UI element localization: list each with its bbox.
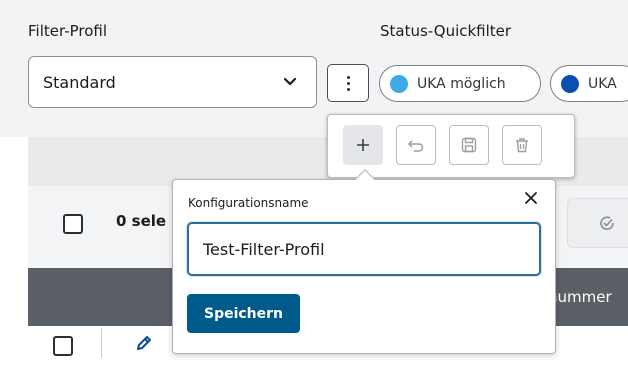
chip-label: UKA bbox=[588, 75, 617, 92]
status-quickfilter-label: Status-Quickfilter bbox=[380, 22, 512, 40]
cell-divider bbox=[101, 328, 102, 358]
save-icon bbox=[461, 137, 477, 153]
select-all-checkbox[interactable] bbox=[63, 214, 83, 234]
chip-label: UKA möglich bbox=[417, 75, 506, 92]
undo-icon bbox=[407, 140, 424, 152]
pencil-icon[interactable] bbox=[134, 333, 154, 353]
plus-icon bbox=[357, 139, 369, 151]
filter-profile-value: Standard bbox=[43, 72, 116, 92]
column-header-nummer[interactable]: nummer bbox=[548, 288, 612, 306]
add-profile-button[interactable] bbox=[343, 125, 383, 165]
check-circle-icon bbox=[600, 216, 614, 230]
save-button[interactable]: Speichern bbox=[187, 294, 300, 333]
filter-profile-menu-button[interactable] bbox=[327, 64, 369, 102]
kebab-menu-icon bbox=[346, 75, 350, 91]
quickfilter-chip-uka[interactable]: UKA bbox=[550, 65, 628, 102]
close-icon[interactable] bbox=[521, 188, 541, 208]
filter-profile-label: Filter-Profil bbox=[28, 22, 108, 40]
filter-profile-select[interactable]: Standard bbox=[28, 56, 317, 108]
config-name-input[interactable] bbox=[187, 222, 541, 276]
chevron-down-icon bbox=[283, 77, 297, 86]
row-checkbox[interactable] bbox=[53, 336, 73, 356]
quickfilter-chip-uka-moeglich[interactable]: UKA möglich bbox=[379, 65, 541, 102]
undo-button[interactable] bbox=[396, 125, 436, 165]
toolbar-action-button[interactable] bbox=[567, 198, 628, 248]
save-profile-button[interactable] bbox=[449, 125, 489, 165]
delete-profile-button[interactable] bbox=[502, 125, 542, 165]
trash-icon bbox=[516, 138, 528, 153]
selection-count: 0 sele bbox=[116, 212, 167, 230]
config-name-label: Konfigurationsname bbox=[188, 196, 309, 210]
status-dot bbox=[390, 74, 408, 93]
status-dot bbox=[561, 74, 579, 93]
